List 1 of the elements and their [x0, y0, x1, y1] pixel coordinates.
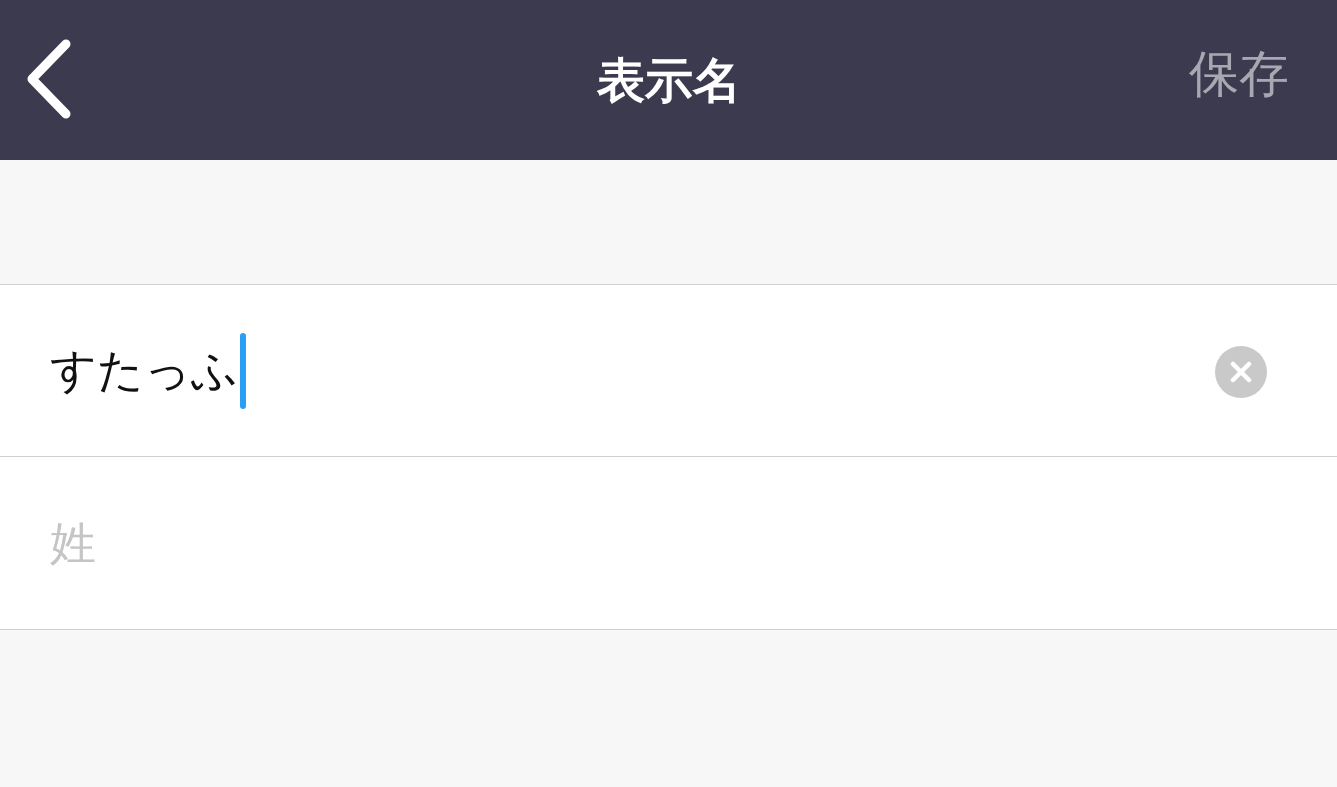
page-title: 表示名 [596, 51, 741, 110]
